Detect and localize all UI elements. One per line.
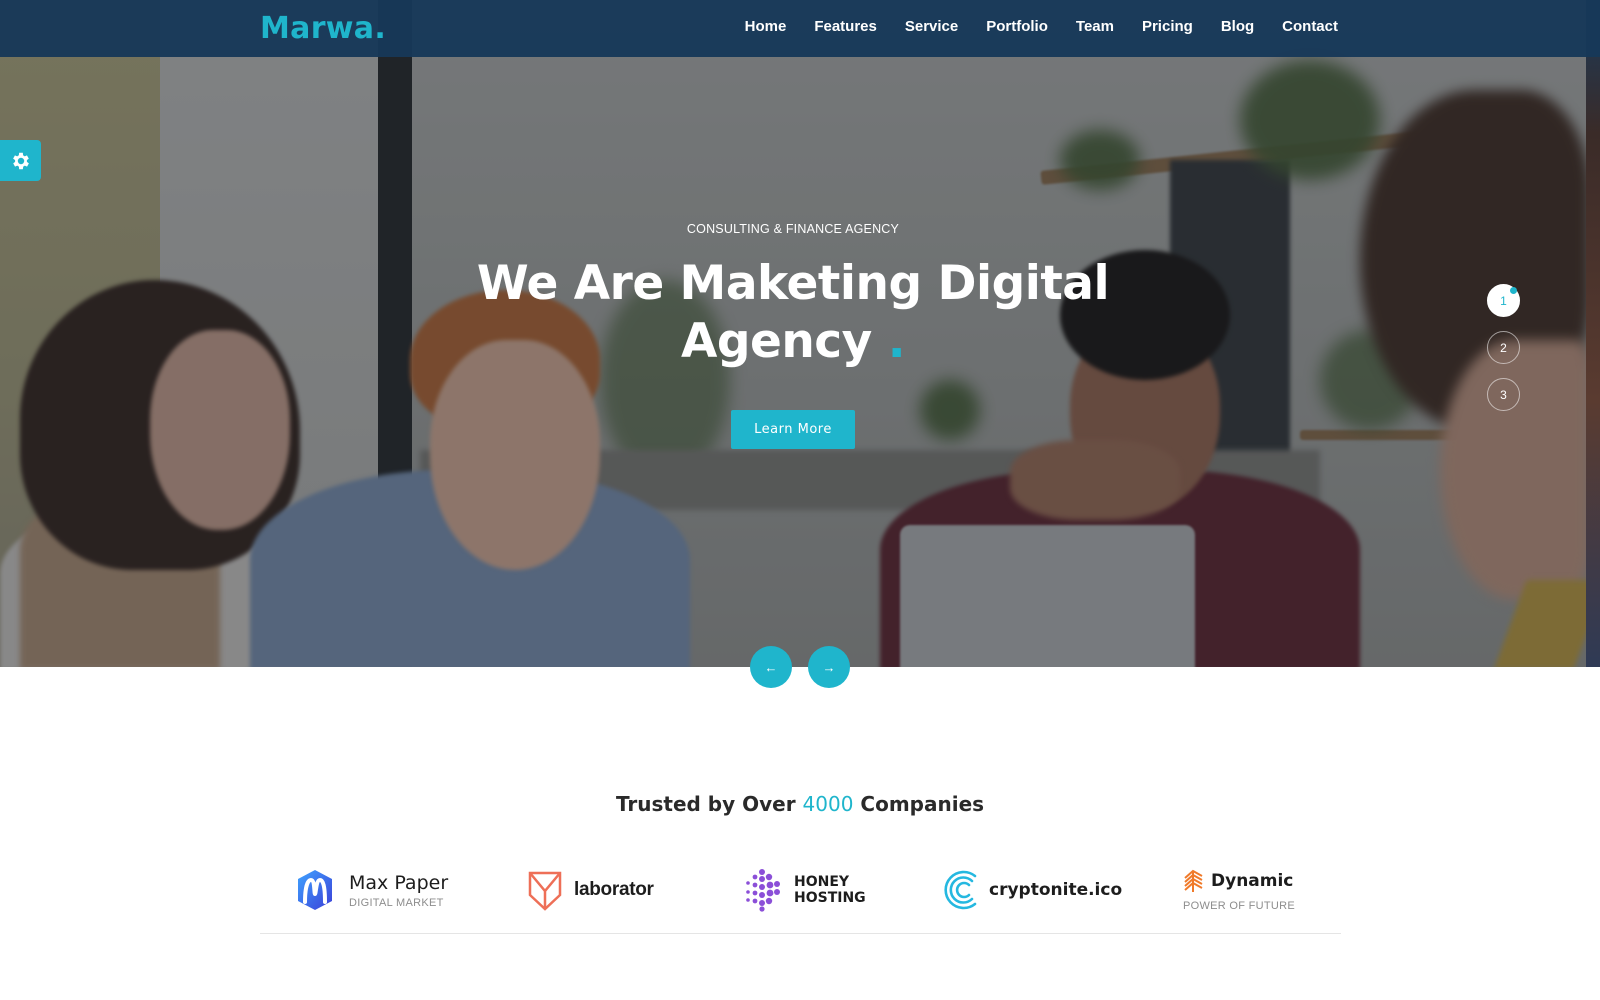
hero-headline-dot: . — [887, 314, 906, 369]
client-logo-honey-hosting[interactable]: HONEY HOSTING — [742, 860, 866, 920]
trusted-count: 4000 — [802, 792, 854, 816]
max-paper-logo-icon — [298, 870, 332, 910]
slide-dot-2[interactable]: 2 — [1487, 331, 1520, 364]
slide-dot-label: 2 — [1500, 340, 1507, 355]
nav-item-portfolio[interactable]: Portfolio — [986, 18, 1048, 35]
navbar: Marwa. Home Features Service Portfolio T… — [0, 0, 1600, 57]
client-logo-dynamic[interactable]: Dynamic POWER OF FUTURE — [1183, 860, 1295, 920]
nav-item-blog[interactable]: Blog — [1221, 18, 1254, 35]
learn-more-button[interactable]: Learn More — [731, 410, 855, 449]
arrow-left-icon: ← — [764, 659, 778, 675]
slider-next-button[interactable]: → — [808, 646, 850, 688]
nav-item-pricing[interactable]: Pricing — [1142, 18, 1193, 35]
section-divider — [260, 933, 1341, 934]
client-name: HONEY — [794, 874, 850, 890]
hero-eyebrow: CONSULTING & FINANCE AGENCY — [686, 222, 900, 236]
client-name: Max Paper — [349, 871, 449, 894]
nav-item-features[interactable]: Features — [814, 18, 877, 35]
cryptonite-logo-icon — [944, 870, 977, 910]
client-tagline: DIGITAL MARKET — [349, 896, 444, 909]
client-name: Dynamic — [1211, 871, 1294, 891]
nav-item-home[interactable]: Home — [745, 18, 787, 35]
slider-prev-button[interactable]: ← — [750, 646, 792, 688]
trusted-prefix: Trusted by Over — [615, 792, 796, 816]
slide-dot-label: 3 — [1500, 387, 1507, 402]
hero-headline: We Are Maketing Digital Agency . — [0, 255, 1586, 371]
hero-headline-line2: Agency — [680, 314, 872, 369]
active-marker-icon — [1510, 287, 1517, 294]
client-logo-laborator[interactable]: laborator — [528, 860, 654, 920]
nav-item-team[interactable]: Team — [1076, 18, 1114, 35]
slide-dot-3[interactable]: 3 — [1487, 378, 1520, 411]
client-logo-max-paper[interactable]: Max Paper DIGITAL MARKET — [295, 860, 448, 920]
slide-dot-label: 1 — [1500, 293, 1507, 308]
client-tagline: POWER OF FUTURE — [1183, 900, 1296, 912]
client-logos: Max Paper DIGITAL MARKET laborator HONEY… — [0, 860, 1600, 920]
dynamic-logo-icon — [1184, 869, 1203, 892]
client-name: laborator — [574, 879, 654, 900]
nav-item-service[interactable]: Service — [905, 18, 958, 35]
hero-slider: CONSULTING & FINANCE AGENCY We Are Maket… — [0, 0, 1586, 667]
client-name-line2: HOSTING — [794, 890, 866, 906]
page-edge-strip — [1586, 0, 1600, 667]
client-name: cryptonite.ico — [989, 880, 1123, 900]
gear-icon — [12, 152, 29, 169]
settings-toggle-button[interactable] — [0, 140, 41, 181]
site-logo[interactable]: Marwa. — [260, 11, 386, 46]
laborator-logo-icon — [528, 871, 562, 911]
honey-hosting-logo-icon — [746, 869, 780, 912]
hero-headline-line1: We Are Maketing Digital — [476, 256, 1110, 311]
nav-item-contact[interactable]: Contact — [1282, 18, 1338, 35]
main-nav: Home Features Service Portfolio Team Pri… — [717, 18, 1338, 35]
trusted-suffix: Companies — [860, 792, 985, 816]
slide-dot-1[interactable]: 1 — [1487, 284, 1520, 317]
client-logo-cryptonite[interactable]: cryptonite.ico — [941, 860, 1122, 920]
arrow-right-icon: → — [822, 659, 836, 675]
trusted-heading: Trusted by Over 4000 Companies — [0, 792, 1600, 816]
